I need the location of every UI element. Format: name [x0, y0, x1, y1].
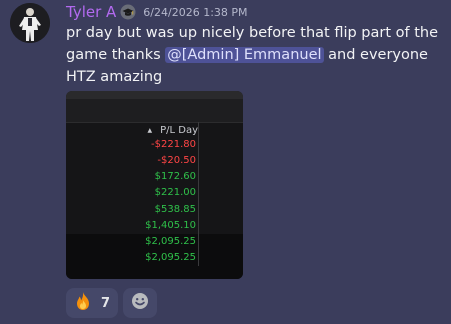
image-attachment[interactable]: ▲ P/L Day -$221.80 -$20.50 $172.60 $221.…: [66, 91, 243, 279]
column-separator: [198, 122, 199, 266]
pl-cell: $538.85: [154, 204, 196, 215]
timestamp: 6/24/2026 1:38 PM: [143, 5, 248, 19]
username[interactable]: Tyler A: [66, 3, 116, 21]
graduation-cap-icon[interactable]: [120, 4, 136, 20]
pl-cell: $221.00: [154, 187, 196, 198]
sort-up-icon: ▲: [147, 126, 153, 134]
message-text: pr day but was up nicely before that fli…: [66, 22, 444, 88]
avatar-image: [10, 3, 50, 43]
add-reaction-icon: [131, 292, 149, 314]
reaction-count: 7: [100, 295, 111, 311]
pl-cell: $2,095.25: [145, 252, 196, 263]
reaction-fire[interactable]: 7: [66, 288, 118, 318]
attachment-topbar: [66, 91, 243, 99]
add-reaction-button[interactable]: [123, 288, 157, 318]
fire-icon: [74, 291, 92, 315]
reactions-bar: 7: [66, 288, 157, 318]
pl-cell: -$221.80: [151, 139, 196, 150]
pl-cell: $2,095.25: [145, 236, 196, 247]
column-header: ▲ P/L Day: [142, 122, 198, 138]
avatar[interactable]: [10, 3, 50, 43]
attachment-header-band: [66, 99, 243, 123]
message-header: Tyler A 6/24/2026 1:38 PM: [66, 2, 248, 22]
column-header-label: P/L Day: [160, 124, 198, 136]
pl-cell: $172.60: [154, 171, 196, 182]
user-mention[interactable]: @[Admin] Emmanuel: [165, 47, 324, 63]
pl-cell: -$20.50: [157, 155, 196, 166]
pl-cell: $1,405.10: [145, 220, 196, 231]
